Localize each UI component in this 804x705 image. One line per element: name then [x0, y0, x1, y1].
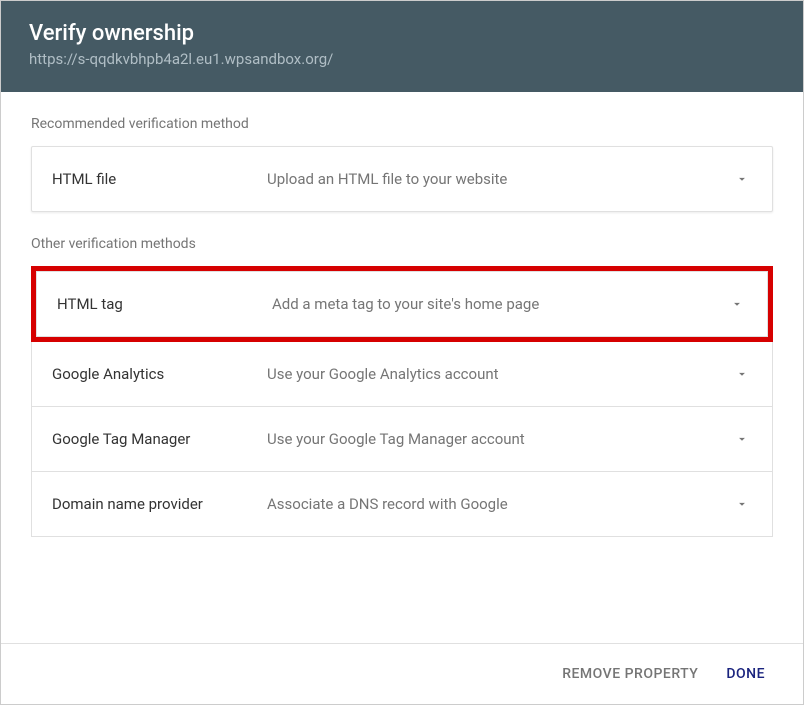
- method-name: HTML tag: [57, 295, 272, 313]
- recommended-section-label: Recommended verification method: [31, 116, 773, 132]
- chevron-down-icon: [732, 169, 752, 189]
- other-methods-list: HTML tag Add a meta tag to your site's h…: [31, 266, 773, 537]
- chevron-down-icon: [732, 429, 752, 449]
- dialog-footer: Remove property Done: [1, 643, 803, 704]
- method-desc: Use your Google Analytics account: [267, 365, 722, 383]
- remove-property-button[interactable]: Remove property: [552, 654, 708, 694]
- method-google-tag-manager[interactable]: Google Tag Manager Use your Google Tag M…: [32, 407, 772, 472]
- method-list-remaining: Google Analytics Use your Google Analyti…: [31, 341, 773, 537]
- chevron-down-icon: [732, 494, 752, 514]
- method-html-file[interactable]: HTML file Upload an HTML file to your we…: [31, 146, 773, 212]
- highlighted-annotation: HTML tag Add a meta tag to your site's h…: [31, 266, 773, 342]
- method-desc: Associate a DNS record with Google: [267, 495, 722, 513]
- method-name: Domain name provider: [52, 495, 267, 513]
- chevron-down-icon: [727, 294, 747, 314]
- other-section-label: Other verification methods: [31, 236, 773, 252]
- method-desc: Use your Google Tag Manager account: [267, 430, 722, 448]
- dialog-header: Verify ownership https://s-qqdkvbhpb4a2l…: [1, 1, 803, 92]
- method-google-analytics[interactable]: Google Analytics Use your Google Analyti…: [32, 342, 772, 407]
- done-button[interactable]: Done: [716, 654, 775, 694]
- chevron-down-icon: [732, 364, 752, 384]
- verify-ownership-dialog: Verify ownership https://s-qqdkvbhpb4a2l…: [1, 1, 803, 704]
- dialog-title: Verify ownership: [29, 21, 775, 46]
- method-html-tag[interactable]: HTML tag Add a meta tag to your site's h…: [36, 271, 768, 337]
- method-name: Google Analytics: [52, 365, 267, 383]
- dialog-subtitle: https://s-qqdkvbhpb4a2l.eu1.wpsandbox.or…: [29, 50, 775, 68]
- method-desc: Add a meta tag to your site's home page: [272, 295, 717, 313]
- method-name: Google Tag Manager: [52, 430, 267, 448]
- method-name: HTML file: [52, 170, 267, 188]
- method-desc: Upload an HTML file to your website: [267, 170, 722, 188]
- method-domain-name-provider[interactable]: Domain name provider Associate a DNS rec…: [32, 472, 772, 536]
- dialog-content: Recommended verification method HTML fil…: [1, 92, 803, 643]
